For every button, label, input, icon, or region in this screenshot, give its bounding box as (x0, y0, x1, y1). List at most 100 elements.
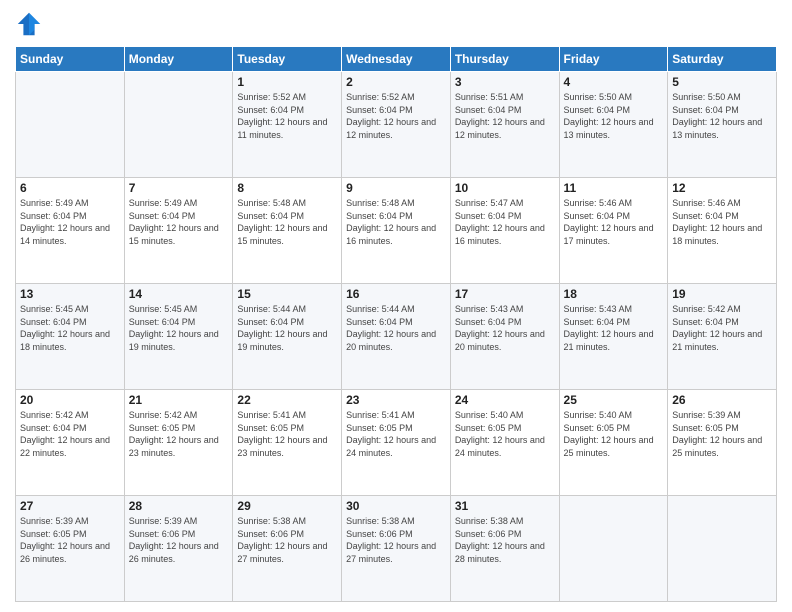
day-number: 31 (455, 499, 555, 513)
day-number: 27 (20, 499, 120, 513)
day-number: 1 (237, 75, 337, 89)
calendar-cell: 22 Sunrise: 5:41 AMSunset: 6:05 PMDaylig… (233, 390, 342, 496)
day-info: Sunrise: 5:38 AMSunset: 6:06 PMDaylight:… (237, 516, 327, 564)
calendar-cell: 25 Sunrise: 5:40 AMSunset: 6:05 PMDaylig… (559, 390, 668, 496)
day-number: 11 (564, 181, 664, 195)
day-number: 18 (564, 287, 664, 301)
day-info: Sunrise: 5:49 AMSunset: 6:04 PMDaylight:… (129, 198, 219, 246)
day-info: Sunrise: 5:43 AMSunset: 6:04 PMDaylight:… (455, 304, 545, 352)
calendar-cell: 9 Sunrise: 5:48 AMSunset: 6:04 PMDayligh… (342, 178, 451, 284)
day-info: Sunrise: 5:42 AMSunset: 6:05 PMDaylight:… (129, 410, 219, 458)
calendar-cell: 18 Sunrise: 5:43 AMSunset: 6:04 PMDaylig… (559, 284, 668, 390)
day-info: Sunrise: 5:42 AMSunset: 6:04 PMDaylight:… (672, 304, 762, 352)
calendar-cell: 12 Sunrise: 5:46 AMSunset: 6:04 PMDaylig… (668, 178, 777, 284)
calendar-cell: 26 Sunrise: 5:39 AMSunset: 6:05 PMDaylig… (668, 390, 777, 496)
day-number: 29 (237, 499, 337, 513)
day-number: 9 (346, 181, 446, 195)
calendar-cell: 10 Sunrise: 5:47 AMSunset: 6:04 PMDaylig… (450, 178, 559, 284)
day-number: 12 (672, 181, 772, 195)
day-info: Sunrise: 5:48 AMSunset: 6:04 PMDaylight:… (237, 198, 327, 246)
day-info: Sunrise: 5:41 AMSunset: 6:05 PMDaylight:… (346, 410, 436, 458)
weekday-header-tuesday: Tuesday (233, 47, 342, 72)
calendar-cell: 11 Sunrise: 5:46 AMSunset: 6:04 PMDaylig… (559, 178, 668, 284)
day-number: 19 (672, 287, 772, 301)
day-number: 15 (237, 287, 337, 301)
day-number: 6 (20, 181, 120, 195)
weekday-header-thursday: Thursday (450, 47, 559, 72)
weekday-header-saturday: Saturday (668, 47, 777, 72)
calendar-cell (559, 496, 668, 602)
calendar-cell: 29 Sunrise: 5:38 AMSunset: 6:06 PMDaylig… (233, 496, 342, 602)
day-info: Sunrise: 5:39 AMSunset: 6:05 PMDaylight:… (672, 410, 762, 458)
day-number: 20 (20, 393, 120, 407)
day-number: 23 (346, 393, 446, 407)
day-number: 25 (564, 393, 664, 407)
day-number: 3 (455, 75, 555, 89)
day-number: 13 (20, 287, 120, 301)
day-info: Sunrise: 5:49 AMSunset: 6:04 PMDaylight:… (20, 198, 110, 246)
calendar-cell: 17 Sunrise: 5:43 AMSunset: 6:04 PMDaylig… (450, 284, 559, 390)
day-info: Sunrise: 5:38 AMSunset: 6:06 PMDaylight:… (346, 516, 436, 564)
weekday-header-sunday: Sunday (16, 47, 125, 72)
day-number: 10 (455, 181, 555, 195)
day-info: Sunrise: 5:52 AMSunset: 6:04 PMDaylight:… (346, 92, 436, 140)
calendar-cell: 15 Sunrise: 5:44 AMSunset: 6:04 PMDaylig… (233, 284, 342, 390)
day-info: Sunrise: 5:52 AMSunset: 6:04 PMDaylight:… (237, 92, 327, 140)
day-number: 17 (455, 287, 555, 301)
calendar-cell: 13 Sunrise: 5:45 AMSunset: 6:04 PMDaylig… (16, 284, 125, 390)
calendar-cell: 3 Sunrise: 5:51 AMSunset: 6:04 PMDayligh… (450, 72, 559, 178)
calendar-cell: 2 Sunrise: 5:52 AMSunset: 6:04 PMDayligh… (342, 72, 451, 178)
calendar-cell: 7 Sunrise: 5:49 AMSunset: 6:04 PMDayligh… (124, 178, 233, 284)
header (15, 10, 777, 38)
day-info: Sunrise: 5:51 AMSunset: 6:04 PMDaylight:… (455, 92, 545, 140)
day-info: Sunrise: 5:43 AMSunset: 6:04 PMDaylight:… (564, 304, 654, 352)
calendar-cell (668, 496, 777, 602)
weekday-header-monday: Monday (124, 47, 233, 72)
calendar-cell: 21 Sunrise: 5:42 AMSunset: 6:05 PMDaylig… (124, 390, 233, 496)
day-info: Sunrise: 5:47 AMSunset: 6:04 PMDaylight:… (455, 198, 545, 246)
day-number: 16 (346, 287, 446, 301)
calendar-cell: 1 Sunrise: 5:52 AMSunset: 6:04 PMDayligh… (233, 72, 342, 178)
day-number: 24 (455, 393, 555, 407)
weekday-header-wednesday: Wednesday (342, 47, 451, 72)
calendar-cell: 28 Sunrise: 5:39 AMSunset: 6:06 PMDaylig… (124, 496, 233, 602)
weekday-header-friday: Friday (559, 47, 668, 72)
calendar-cell: 24 Sunrise: 5:40 AMSunset: 6:05 PMDaylig… (450, 390, 559, 496)
day-info: Sunrise: 5:39 AMSunset: 6:06 PMDaylight:… (129, 516, 219, 564)
day-number: 8 (237, 181, 337, 195)
day-info: Sunrise: 5:42 AMSunset: 6:04 PMDaylight:… (20, 410, 110, 458)
calendar-cell: 30 Sunrise: 5:38 AMSunset: 6:06 PMDaylig… (342, 496, 451, 602)
day-number: 14 (129, 287, 229, 301)
calendar-cell (124, 72, 233, 178)
calendar-cell: 6 Sunrise: 5:49 AMSunset: 6:04 PMDayligh… (16, 178, 125, 284)
logo (15, 10, 47, 38)
calendar-cell: 14 Sunrise: 5:45 AMSunset: 6:04 PMDaylig… (124, 284, 233, 390)
day-info: Sunrise: 5:50 AMSunset: 6:04 PMDaylight:… (564, 92, 654, 140)
week-row-5: 27 Sunrise: 5:39 AMSunset: 6:05 PMDaylig… (16, 496, 777, 602)
calendar-cell: 8 Sunrise: 5:48 AMSunset: 6:04 PMDayligh… (233, 178, 342, 284)
day-info: Sunrise: 5:48 AMSunset: 6:04 PMDaylight:… (346, 198, 436, 246)
calendar-cell: 19 Sunrise: 5:42 AMSunset: 6:04 PMDaylig… (668, 284, 777, 390)
day-info: Sunrise: 5:44 AMSunset: 6:04 PMDaylight:… (237, 304, 327, 352)
day-info: Sunrise: 5:50 AMSunset: 6:04 PMDaylight:… (672, 92, 762, 140)
calendar-cell: 5 Sunrise: 5:50 AMSunset: 6:04 PMDayligh… (668, 72, 777, 178)
day-number: 5 (672, 75, 772, 89)
calendar-cell (16, 72, 125, 178)
day-number: 22 (237, 393, 337, 407)
calendar-cell: 20 Sunrise: 5:42 AMSunset: 6:04 PMDaylig… (16, 390, 125, 496)
week-row-4: 20 Sunrise: 5:42 AMSunset: 6:04 PMDaylig… (16, 390, 777, 496)
day-info: Sunrise: 5:45 AMSunset: 6:04 PMDaylight:… (20, 304, 110, 352)
day-number: 7 (129, 181, 229, 195)
day-info: Sunrise: 5:45 AMSunset: 6:04 PMDaylight:… (129, 304, 219, 352)
calendar-cell: 27 Sunrise: 5:39 AMSunset: 6:05 PMDaylig… (16, 496, 125, 602)
day-number: 4 (564, 75, 664, 89)
day-number: 30 (346, 499, 446, 513)
calendar-cell: 16 Sunrise: 5:44 AMSunset: 6:04 PMDaylig… (342, 284, 451, 390)
day-info: Sunrise: 5:38 AMSunset: 6:06 PMDaylight:… (455, 516, 545, 564)
week-row-1: 1 Sunrise: 5:52 AMSunset: 6:04 PMDayligh… (16, 72, 777, 178)
calendar-table: SundayMondayTuesdayWednesdayThursdayFrid… (15, 46, 777, 602)
day-info: Sunrise: 5:46 AMSunset: 6:04 PMDaylight:… (564, 198, 654, 246)
day-info: Sunrise: 5:40 AMSunset: 6:05 PMDaylight:… (564, 410, 654, 458)
day-number: 26 (672, 393, 772, 407)
page: SundayMondayTuesdayWednesdayThursdayFrid… (0, 0, 792, 612)
